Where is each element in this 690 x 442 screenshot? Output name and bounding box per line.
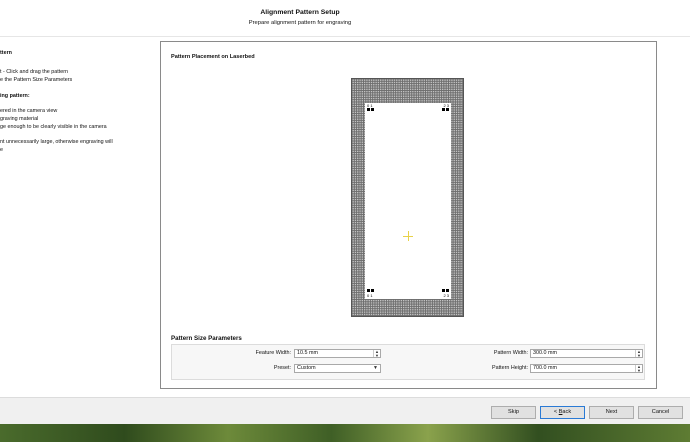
marker-square (371, 289, 374, 292)
feature-width-label: Feature Width: (255, 350, 291, 356)
marker-square (442, 289, 445, 292)
spin-arrows-icon[interactable]: ▲ ▼ (635, 350, 642, 357)
pattern-height-spinbox[interactable]: 700.0 mm ▲ ▼ (530, 364, 643, 373)
pattern-width-value: 300.0 mm (533, 350, 557, 356)
desktop-background (0, 424, 690, 442)
marker-square (371, 108, 374, 111)
pattern-width-spinbox[interactable]: 300.0 mm ▲ ▼ (530, 349, 643, 358)
pattern-height-label: Pattern Height: (492, 365, 528, 371)
preset-value: Custom (297, 365, 316, 371)
chevron-down-icon: ▼ (373, 365, 378, 371)
wizard-title: Alignment Pattern Setup (260, 9, 340, 16)
wizard-subtitle: Prepare alignment pattern for engraving (248, 20, 352, 26)
spin-arrows-icon[interactable]: ▲ ▼ (373, 350, 380, 357)
laserbed-canvas[interactable]: 0 1 2 3 0 1 2 3 (351, 78, 464, 317)
cancel-button[interactable]: Cancel (638, 406, 683, 419)
crosshair-icon (403, 231, 413, 241)
wizard-footer: Skip < Back Next Cancel (0, 397, 690, 424)
instruction-line: nt unnecessarily large, otherwise engrav… (0, 139, 113, 145)
pattern-setup-frame: Pattern Placement on Laserbed 0 1 2 3 0 … (160, 41, 657, 389)
preset-dropdown[interactable]: Custom ▼ (294, 364, 381, 373)
instructions-panel: ttern t - Click and drag the pattern e t… (0, 37, 160, 397)
instruction-line: ge enough to be clearly visible in the c… (0, 124, 107, 130)
params-group: Feature Width: 10.5 mm ▲ ▼ Preset: Custom… (171, 344, 645, 380)
back-button[interactable]: < Back (540, 406, 585, 419)
spin-arrows-icon[interactable]: ▲ ▼ (635, 365, 642, 372)
marker-square (367, 289, 370, 292)
instruction-line: ered in the camera view (0, 108, 58, 114)
marker-square (367, 108, 370, 111)
marker-label-bottom-right: 2 3 (443, 293, 449, 298)
instruction-line: e the Pattern Size Parameters (0, 76, 73, 83)
placement-title: Pattern Placement on Laserbed (171, 54, 255, 60)
instruction-line: graving material (0, 116, 39, 122)
back-button-rest: ack (562, 409, 572, 415)
wizard-header: Alignment Pattern Setup Prepare alignmen… (0, 0, 690, 37)
marker-square (446, 289, 449, 292)
marker-square (446, 108, 449, 111)
preset-label: Preset: (273, 365, 291, 371)
pattern-height-value: 700.0 mm (533, 365, 557, 371)
skip-button[interactable]: Skip (491, 406, 536, 419)
feature-width-spinbox[interactable]: 10.5 mm ▲ ▼ (294, 349, 381, 358)
alignment-pattern[interactable]: 0 1 2 3 0 1 2 3 (365, 103, 451, 299)
params-title: Pattern Size Parameters (171, 335, 242, 342)
pattern-width-label: Pattern Width: (493, 350, 528, 356)
feature-width-value: 10.5 mm (297, 350, 318, 356)
marker-square (442, 108, 445, 111)
instructions-heading: ttern (0, 50, 12, 56)
next-button[interactable]: Next (589, 406, 634, 419)
marker-label-bottom-left: 0 1 (367, 293, 373, 298)
instruction-line: e (0, 147, 3, 153)
instruction-line: t - Click and drag the pattern (0, 69, 69, 75)
instructions-subheading: ing pattern: (0, 93, 30, 99)
